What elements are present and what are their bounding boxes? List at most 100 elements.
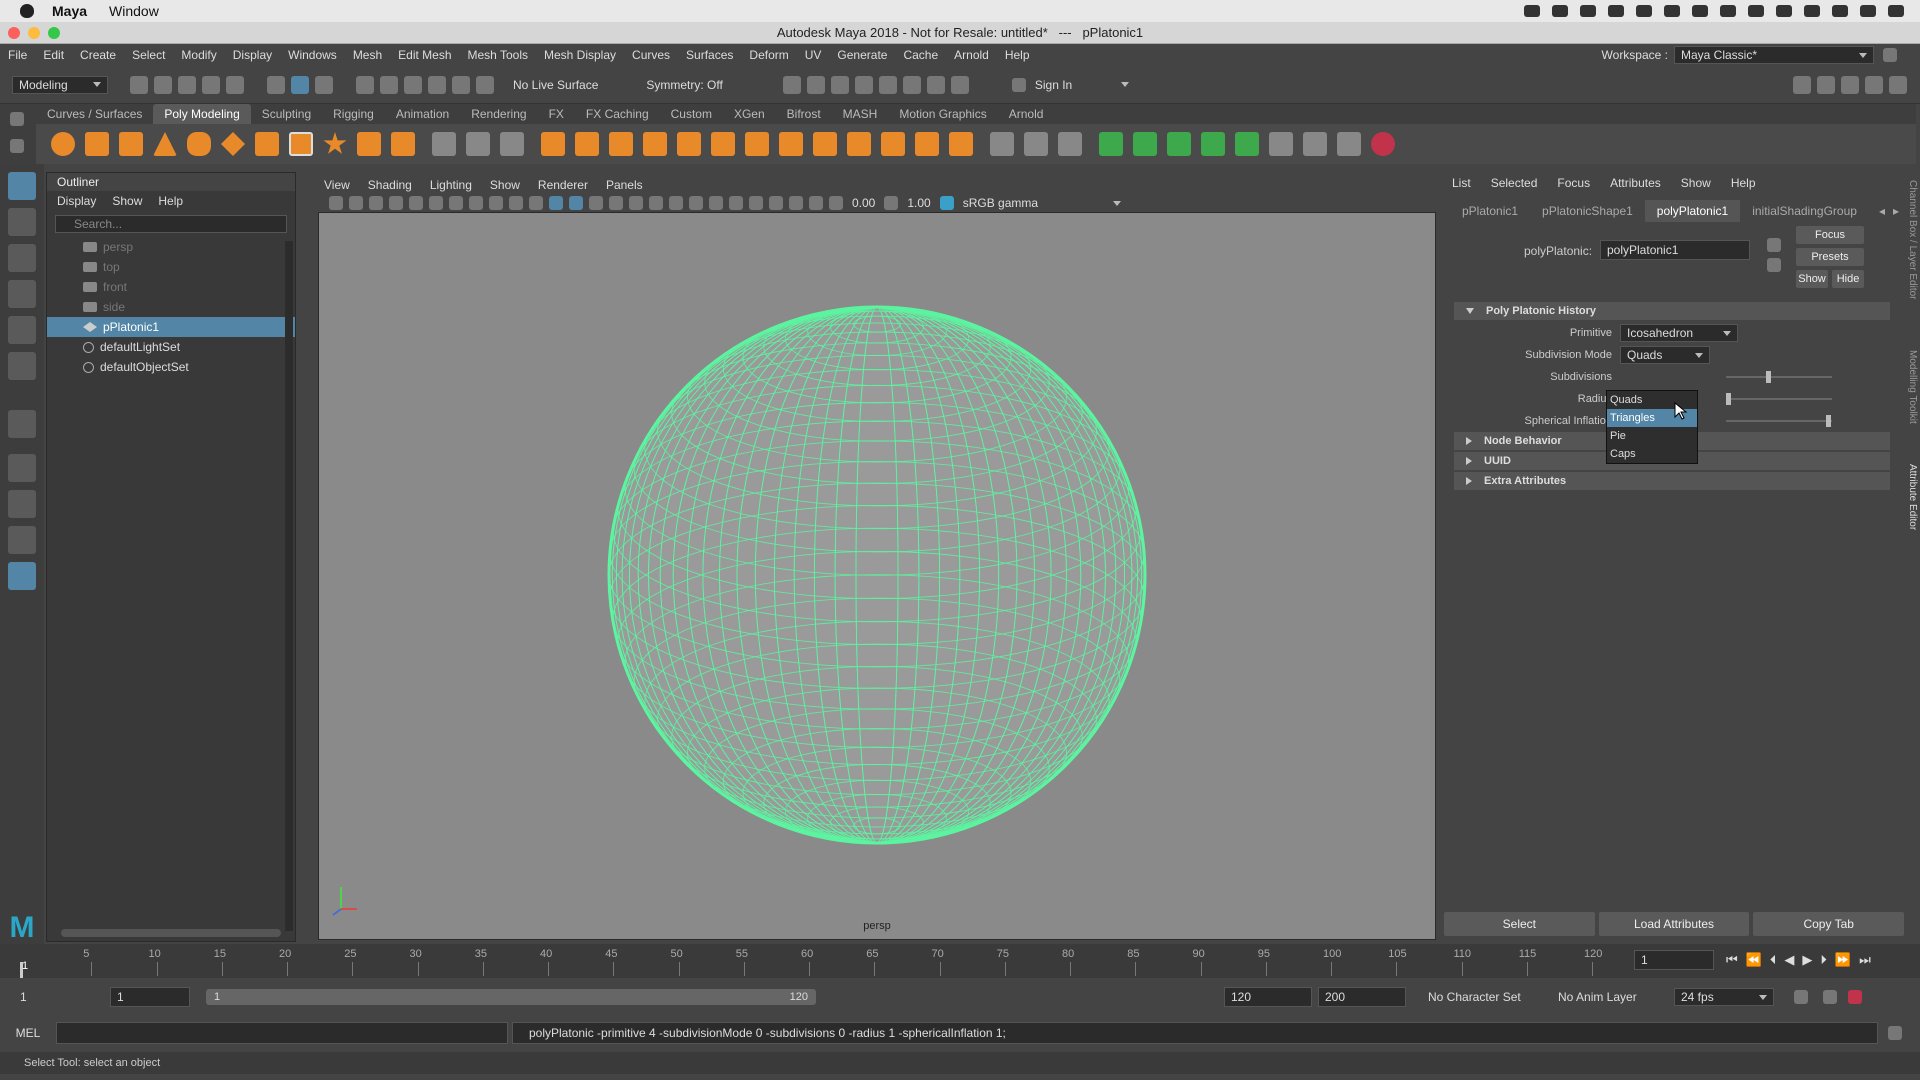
tab-scroll-right-icon[interactable]: ▸ bbox=[1893, 204, 1899, 218]
poly-cone-icon[interactable] bbox=[153, 132, 177, 156]
outliner-item-pplatonic1[interactable]: pPlatonic1 bbox=[47, 317, 295, 337]
volume-icon[interactable] bbox=[1804, 5, 1820, 17]
mac-menu-window[interactable]: Window bbox=[109, 3, 159, 19]
battery-icon[interactable] bbox=[1720, 5, 1736, 17]
notification-center-icon[interactable] bbox=[1888, 5, 1904, 17]
target-weld-icon[interactable] bbox=[1024, 132, 1048, 156]
shelf-tab-animation[interactable]: Animation bbox=[385, 104, 460, 124]
step-forward-key-icon[interactable]: ⏵ bbox=[1820, 952, 1827, 968]
subdivisions-slider[interactable] bbox=[1726, 371, 1832, 383]
ae-menu-focus[interactable]: Focus bbox=[1557, 176, 1590, 190]
uv-planar-icon[interactable] bbox=[1099, 132, 1123, 156]
section-extra-attributes[interactable]: Extra Attributes bbox=[1454, 472, 1890, 490]
chat-icon[interactable] bbox=[1636, 5, 1652, 17]
bluetooth-icon[interactable] bbox=[1692, 5, 1708, 17]
menu-edit-mesh[interactable]: Edit Mesh bbox=[390, 48, 459, 62]
moon-icon[interactable] bbox=[1664, 5, 1680, 17]
zoom-window-icon[interactable] bbox=[48, 27, 60, 39]
menu-set-dropdown[interactable]: Modeling bbox=[12, 75, 108, 94]
outliner-item-top[interactable]: top bbox=[47, 257, 295, 277]
tool-settings-icon[interactable] bbox=[1865, 75, 1883, 94]
open-scene-icon[interactable] bbox=[154, 75, 172, 94]
playback-end-field[interactable]: 120 bbox=[1224, 987, 1312, 1007]
undo-icon[interactable] bbox=[202, 75, 220, 94]
outliner-item-front[interactable]: front bbox=[47, 277, 295, 297]
uv-automatic-icon[interactable] bbox=[1201, 132, 1225, 156]
bevel-icon[interactable] bbox=[643, 132, 667, 156]
channel-box-icon[interactable] bbox=[1889, 75, 1907, 94]
menu-mesh-display[interactable]: Mesh Display bbox=[536, 48, 624, 62]
outliner-vertical-scrollbar[interactable] bbox=[285, 241, 293, 931]
uv-camera-icon[interactable] bbox=[1235, 132, 1259, 156]
shelf-tab-rigging[interactable]: Rigging bbox=[322, 104, 385, 124]
camera-icon[interactable] bbox=[1524, 5, 1540, 17]
isolate-select-icon[interactable] bbox=[749, 196, 763, 210]
slider-thumb[interactable] bbox=[1726, 393, 1731, 405]
menu-select[interactable]: Select bbox=[124, 48, 173, 62]
section-poly-platonic-history[interactable]: Poly Platonic History bbox=[1454, 302, 1890, 320]
evernote-icon[interactable] bbox=[1608, 5, 1624, 17]
scale-tool-icon[interactable] bbox=[8, 352, 36, 380]
lasso-tool-icon[interactable] bbox=[8, 208, 36, 236]
uv-editor-icon[interactable] bbox=[1269, 132, 1293, 156]
outliner-item-persp[interactable]: persp bbox=[47, 237, 295, 257]
ae-tab-pplatonic1[interactable]: pPlatonic1 bbox=[1450, 200, 1530, 222]
poly-sphere-icon[interactable] bbox=[51, 132, 75, 156]
lock-icon[interactable] bbox=[1883, 48, 1897, 62]
tab-scroll-left-icon[interactable]: ◂ bbox=[1879, 204, 1885, 218]
save-scene-icon[interactable] bbox=[178, 75, 196, 94]
step-back-icon[interactable]: ⏪ bbox=[1746, 952, 1762, 968]
menu-surfaces[interactable]: Surfaces bbox=[678, 48, 741, 62]
move-tool-icon[interactable] bbox=[8, 280, 36, 308]
merge-icon[interactable] bbox=[745, 132, 769, 156]
current-frame-field[interactable]: 1 bbox=[1634, 950, 1714, 970]
gear-icon[interactable] bbox=[10, 139, 24, 153]
shelf-tab-xgen[interactable]: XGen bbox=[723, 104, 776, 124]
render-view-icon[interactable] bbox=[782, 75, 801, 94]
play-backwards-icon[interactable]: ◀ bbox=[1784, 952, 1794, 968]
symmetry-dropdown[interactable]: Symmetry: Off bbox=[646, 78, 722, 92]
cut-faces-icon[interactable] bbox=[847, 132, 871, 156]
smooth-shade-icon[interactable] bbox=[569, 196, 583, 210]
close-window-icon[interactable] bbox=[8, 27, 20, 39]
paint-select-tool-icon[interactable] bbox=[8, 244, 36, 272]
pause-icon[interactable] bbox=[950, 75, 969, 94]
slider-thumb[interactable] bbox=[1766, 371, 1771, 383]
viewport-menu-shading[interactable]: Shading bbox=[368, 178, 412, 192]
outliner-menu-display[interactable]: Display bbox=[57, 194, 96, 208]
apple-icon[interactable] bbox=[20, 4, 34, 18]
primitive-dropdown[interactable]: Icosahedron bbox=[1620, 324, 1738, 342]
bookmark-icon[interactable] bbox=[369, 196, 383, 210]
field-chart-icon[interactable] bbox=[489, 196, 503, 210]
viewport-menu-show[interactable]: Show bbox=[490, 178, 520, 192]
fps-dropdown[interactable]: 24 fps bbox=[1674, 988, 1774, 1006]
poly-disc-icon[interactable] bbox=[255, 132, 279, 156]
time-slider[interactable]: 5 10 15 20 25 30 35 40 45 50 55 60 65 70 75 80 85 90 95 100… bbox=[0, 944, 1920, 978]
color-space-dropdown[interactable]: sRGB gamma bbox=[957, 194, 1127, 212]
shelf-tab-motion-graphics[interactable]: Motion Graphics bbox=[888, 104, 997, 124]
channel-box-tab[interactable]: Channel Box / Layer Editor bbox=[1904, 180, 1918, 330]
live-surface-label[interactable]: No Live Surface bbox=[513, 78, 598, 92]
spherical-inflation-slider[interactable] bbox=[1726, 415, 1832, 427]
start-time-field[interactable]: 1 bbox=[14, 987, 98, 1007]
uv-sew-icon[interactable] bbox=[1337, 132, 1361, 156]
render-setup-icon[interactable] bbox=[902, 75, 921, 94]
menu-uv[interactable]: UV bbox=[797, 48, 830, 62]
svg-icon[interactable] bbox=[391, 132, 415, 156]
select-component-icon[interactable] bbox=[315, 75, 333, 94]
workspace-dropdown[interactable]: Maya Classic* bbox=[1674, 46, 1874, 64]
menu-curves[interactable]: Curves bbox=[624, 48, 678, 62]
film-gate-icon[interactable] bbox=[429, 196, 443, 210]
menu-deform[interactable]: Deform bbox=[741, 48, 796, 62]
ae-menu-list[interactable]: List bbox=[1452, 176, 1471, 190]
xray-icon[interactable] bbox=[769, 196, 783, 210]
xray-joints-icon[interactable] bbox=[789, 196, 803, 210]
poly-platonic-icon[interactable] bbox=[289, 132, 313, 156]
subdivision-mode-dropdown[interactable]: Quads bbox=[1620, 346, 1710, 364]
super-shape-icon[interactable] bbox=[323, 132, 347, 154]
hide-button[interactable]: Hide bbox=[1832, 270, 1864, 288]
viewport-menu-view[interactable]: View bbox=[324, 178, 350, 192]
menu-cache[interactable]: Cache bbox=[895, 48, 946, 62]
snap-grid-icon[interactable] bbox=[356, 75, 374, 94]
focus-button[interactable]: Focus bbox=[1796, 226, 1864, 244]
